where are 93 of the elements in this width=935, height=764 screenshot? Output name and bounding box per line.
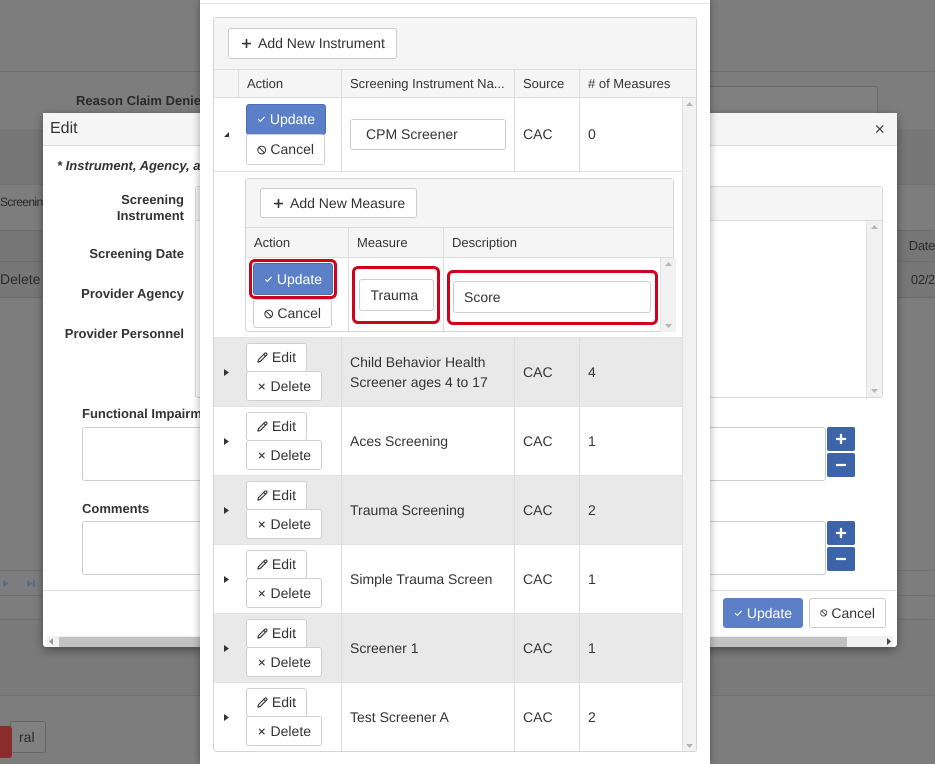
scrollbar[interactable] (660, 258, 676, 332)
pencil-icon (257, 489, 268, 502)
table-cell-text: Screener 1 (350, 639, 418, 658)
scroll-up-icon[interactable] (686, 102, 693, 106)
field-label: Screening Instrument (116, 192, 184, 224)
field-label: Functional Impairm (82, 406, 202, 422)
field-label: Provider Agency (81, 286, 184, 302)
update-button[interactable]: Update (723, 598, 803, 628)
edit-button[interactable]: Edit (246, 481, 307, 510)
edit-button[interactable]: Edit (246, 343, 307, 372)
table-cell-text: 2 (588, 708, 596, 726)
measure-input[interactable]: Trauma (358, 279, 434, 311)
plus-icon (834, 432, 848, 446)
remove-button[interactable] (827, 547, 855, 571)
table-cell-text: Child Behavior Health Screener ages 4 to 17 (350, 353, 489, 392)
collapse-arrow-icon[interactable] (224, 132, 228, 137)
scroll-down-icon[interactable] (871, 389, 878, 393)
table-cell-text: CAC (523, 638, 553, 658)
name-input[interactable]: CPM Screener (350, 119, 506, 150)
description-input[interactable]: Score (453, 281, 651, 313)
pencil-icon (257, 351, 268, 364)
expand-arrow-icon[interactable] (224, 714, 228, 720)
delete-button[interactable]: Delete (246, 716, 322, 746)
delete-button[interactable]: Delete (246, 509, 322, 539)
ban-icon (264, 306, 274, 320)
expand-arrow-icon[interactable] (224, 368, 228, 376)
scroll-down-icon[interactable] (665, 324, 672, 328)
table-cell-text: CAC (523, 570, 553, 588)
plus-icon (240, 37, 253, 50)
table-cell-text: 2 (588, 500, 596, 520)
field-label: Reason Claim Denie (76, 92, 200, 110)
table-cell-text: CAC (523, 708, 553, 726)
field-label: Comments (82, 501, 150, 517)
pencil-icon (257, 696, 268, 709)
expand-arrow-icon[interactable] (224, 438, 228, 444)
edit-button[interactable]: Edit (246, 619, 307, 648)
column-header: Date (908, 237, 935, 256)
column-header: Measure (348, 228, 443, 258)
next-page-icon[interactable] (3, 580, 9, 586)
table-cell-text: CAC (523, 432, 553, 450)
referral-button[interactable]: ral (10, 721, 46, 753)
scroll-right-icon[interactable] (887, 638, 891, 645)
field-label: Screening Date (89, 246, 184, 262)
table-cell-text: Trauma Screening (350, 501, 465, 520)
dialog-title: Edit (50, 119, 78, 139)
table-cell-text: CAC (523, 500, 553, 520)
scrollbar[interactable] (682, 98, 696, 751)
table-cell-text: Test Screener A (350, 708, 449, 727)
table-cell-text: 0 (588, 125, 596, 144)
update-button[interactable]: Update (253, 263, 333, 295)
close-button[interactable]: × (874, 120, 885, 138)
column-header: Description (443, 228, 660, 258)
expand-arrow-icon[interactable] (224, 644, 228, 652)
column-header: Action (253, 234, 292, 252)
update-button[interactable]: Update (246, 104, 326, 135)
cancel-button[interactable]: Cancel (253, 299, 332, 328)
delete-button[interactable]: Delete (246, 647, 322, 677)
add-button[interactable] (827, 427, 855, 451)
delete-button[interactable]: Delete (246, 371, 322, 401)
pencil-icon (257, 420, 268, 433)
add-measure-button[interactable]: Add New Measure (260, 188, 418, 218)
scrollbar[interactable] (866, 221, 882, 397)
plus-icon (272, 196, 285, 210)
table-cell-text: CAC (523, 125, 553, 144)
pencil-icon (257, 627, 268, 640)
table-cell-text: 1 (588, 432, 596, 450)
table-cell-text: Simple Trauma Screen (350, 570, 492, 589)
required-note: * Instrument, Agency, a (57, 157, 201, 175)
edit-button[interactable]: Edit (246, 688, 307, 717)
expand-arrow-icon[interactable] (224, 506, 228, 514)
delete-button[interactable]: Delete (246, 440, 322, 470)
table-cell-text: 4 (588, 362, 596, 382)
edit-button[interactable]: Edit (246, 550, 307, 579)
cancel-button[interactable]: Cancel (246, 134, 325, 165)
cancel-button[interactable]: Cancel (809, 598, 886, 628)
scroll-left-icon[interactable] (49, 638, 53, 645)
table-cell-text: 1 (588, 570, 596, 588)
delete-button[interactable]: Delete (246, 578, 322, 608)
last-page-icon[interactable] (27, 580, 35, 586)
field-label: Provider Personnel (64, 326, 184, 342)
table-cell-text: Aces Screening (350, 432, 448, 451)
plus-icon (834, 526, 848, 540)
scroll-down-icon[interactable] (686, 744, 693, 748)
edit-button[interactable]: Edit (246, 412, 307, 441)
table-cell-text: 1 (588, 638, 596, 658)
remove-button[interactable] (827, 453, 855, 477)
table-cell-text: CAC (523, 362, 553, 382)
table-cell-text: 02/2 (910, 270, 935, 289)
pencil-icon (257, 558, 268, 571)
add-instrument-button[interactable]: Add New Instrument (228, 28, 397, 59)
expand-arrow-icon[interactable] (224, 576, 228, 582)
add-button[interactable] (827, 521, 855, 545)
ban-icon (257, 142, 266, 156)
